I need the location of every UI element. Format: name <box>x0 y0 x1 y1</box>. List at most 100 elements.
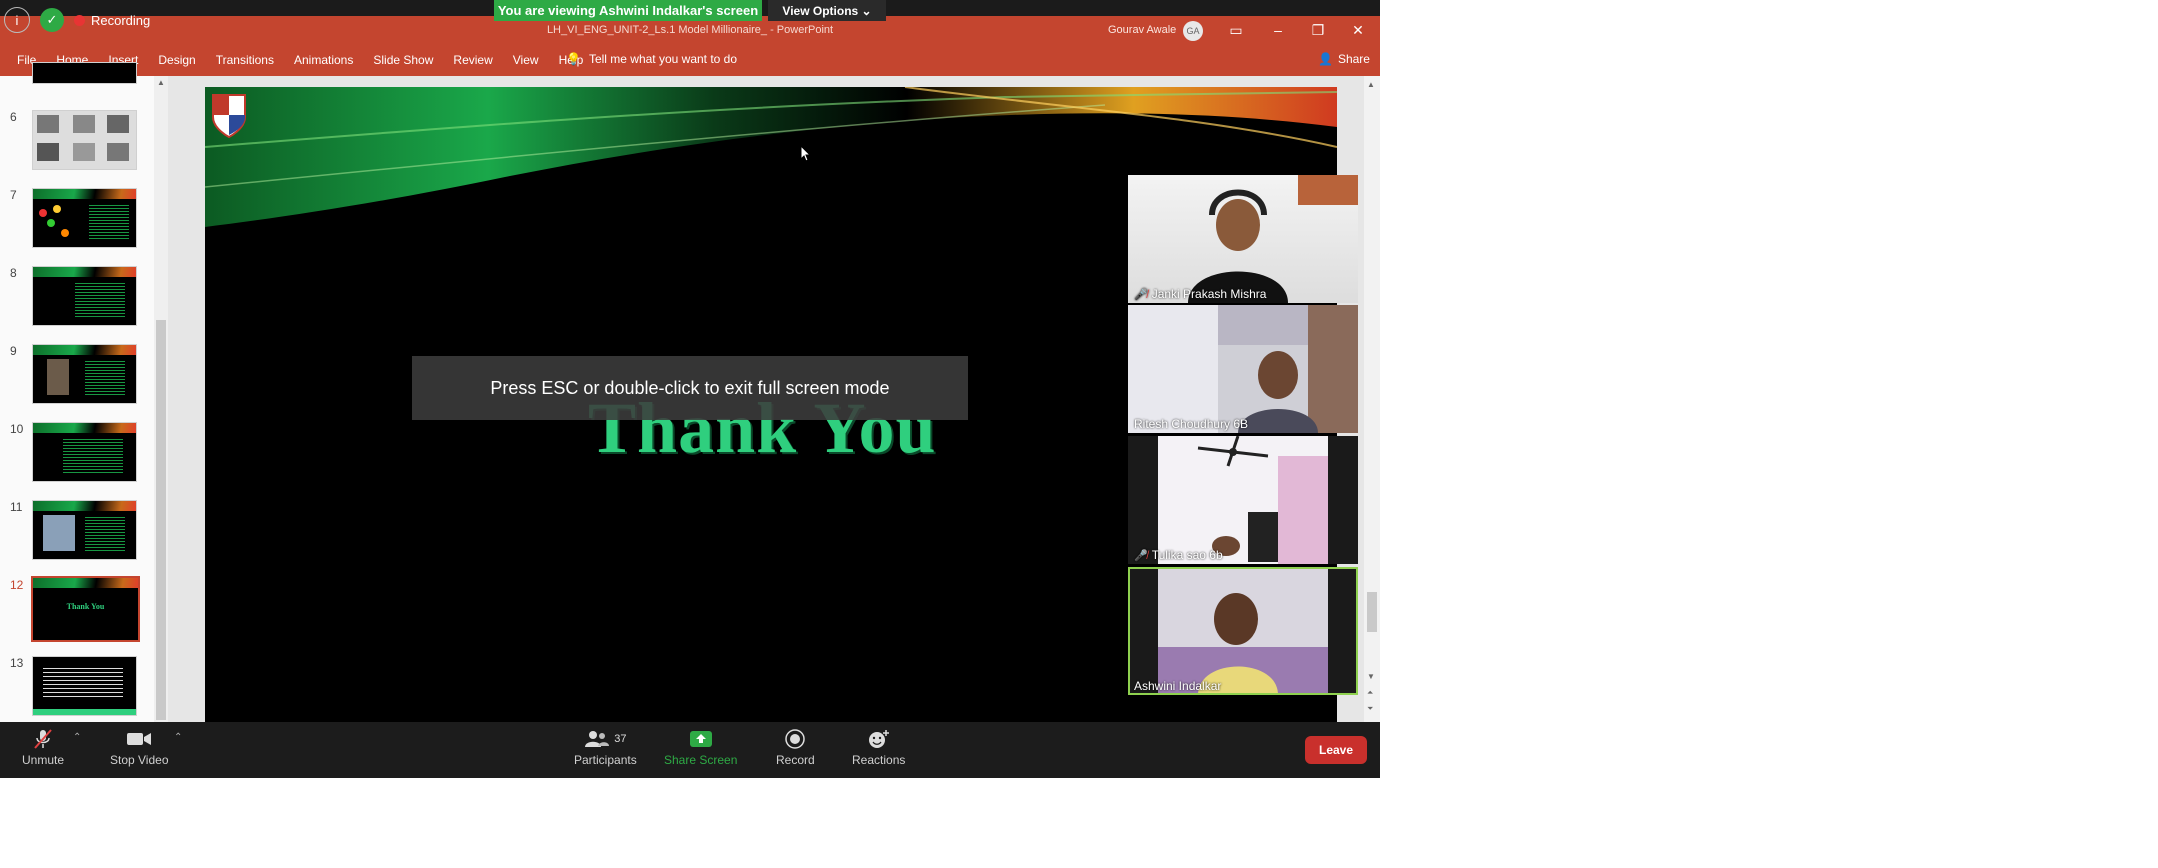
slide-thumbnail-image <box>32 110 137 170</box>
record-label: Record <box>776 753 815 767</box>
record-button[interactable]: Record <box>776 728 815 767</box>
tab-design[interactable]: Design <box>158 53 195 67</box>
participants-icon: 37 <box>584 728 626 750</box>
avatar[interactable]: GA <box>1183 21 1203 41</box>
slide-thumbnail-13[interactable]: 13 <box>8 656 158 722</box>
smiley-plus-icon <box>868 728 890 750</box>
mic-muted-icon <box>32 728 54 750</box>
slide-thumbnail-9[interactable]: 9 <box>8 344 158 410</box>
meeting-controls-bar: Unmute ⌃ Stop Video ⌃ 37 Participants Sh… <box>0 722 1380 778</box>
record-icon <box>785 728 806 750</box>
slide-thumbnails-pane: 6 7 8 9 10 11 12 Thank You 13 <box>0 62 160 722</box>
participant-name-label: Ritesh Choudhury 6B <box>1134 417 1249 431</box>
slide-thumbnail-12[interactable]: 12 Thank You <box>8 576 158 644</box>
view-options-label: View Options <box>782 3 859 18</box>
scrollbar-thumb[interactable] <box>1367 592 1377 632</box>
school-logo-icon <box>212 94 246 139</box>
chevron-down-icon: ⌄ <box>858 3 872 18</box>
slide-number: 6 <box>10 110 17 124</box>
stop-video-button[interactable]: Stop Video <box>110 728 169 767</box>
tab-slide-show[interactable]: Slide Show <box>373 53 433 67</box>
ribbon-tab-bar: File Home Insert Design Transitions Anim… <box>0 42 1380 76</box>
slide-number: 8 <box>10 266 17 280</box>
participant-video-tile[interactable]: Ritesh Choudhury 6B <box>1128 305 1358 433</box>
audio-options-chevron-icon[interactable]: ⌃ <box>73 732 81 743</box>
previous-slide-icon[interactable]: ⏶ <box>1367 688 1373 698</box>
video-camera-icon <box>126 728 152 750</box>
viewing-screen-banner: You are viewing Ashwini Indalkar's scree… <box>494 0 762 21</box>
leave-button[interactable]: Leave <box>1305 736 1367 764</box>
scrollbar-thumb[interactable] <box>156 320 166 720</box>
recording-indicator[interactable]: Recording <box>74 13 150 28</box>
slide-thumbnail-image <box>32 500 137 560</box>
participant-name: 🎤̸ Tulika sao 6b <box>1134 548 1223 562</box>
slide-thumbnail-8[interactable]: 8 <box>8 266 158 332</box>
user-name[interactable]: Gourav Awale <box>1108 24 1176 36</box>
document-title: LH_VI_ENG_UNIT-2_Ls.1 Model Millionaire_… <box>546 24 834 36</box>
participant-name: 🎤̸ Janki Prakash Mishra <box>1134 287 1266 301</box>
lightbulb-icon: 💡 <box>566 52 581 66</box>
info-icon[interactable]: i <box>4 7 30 33</box>
slide-number: 11 <box>10 500 23 514</box>
scroll-up-icon[interactable]: ▲ <box>157 78 165 87</box>
share-label: Share <box>1337 52 1370 66</box>
tab-animations[interactable]: Animations <box>294 53 353 67</box>
thumbnails-scrollbar[interactable]: ▲ <box>154 76 168 722</box>
powerpoint-title-bar: i ✓ Recording You are viewing Ashwini In… <box>0 0 1380 42</box>
reactions-label: Reactions <box>852 753 906 767</box>
tab-transitions[interactable]: Transitions <box>216 53 274 67</box>
next-slide-icon[interactable]: ⏷ <box>1367 704 1373 714</box>
tell-me-search[interactable]: 💡 Tell me what you want to do <box>566 52 737 66</box>
ribbon-display-options-icon[interactable]: ▭ <box>1224 20 1248 40</box>
slide-thumbnail-7[interactable]: 7 <box>8 188 158 254</box>
slide-number: 12 <box>10 578 24 592</box>
slide-thumbnail-10[interactable]: 10 <box>8 422 158 488</box>
share-screen-label: Share Screen <box>664 753 738 767</box>
person-share-icon: 👤 <box>1318 52 1333 66</box>
slide-thumbnail-image: Thank You <box>31 576 140 642</box>
participant-name-label: Tulika sao 6b <box>1151 548 1223 562</box>
participant-name: Ashwini Indalkar <box>1134 679 1221 693</box>
participant-video-feed <box>1128 305 1358 433</box>
tell-me-label: Tell me what you want to do <box>588 52 738 66</box>
share-screen-icon <box>689 728 713 750</box>
slide-number: 10 <box>10 422 24 436</box>
participant-video-tile[interactable]: 🎤̸ Tulika sao 6b <box>1128 436 1358 564</box>
participant-video-tile[interactable]: 🎤̸ Janki Prakash Mishra <box>1128 175 1358 303</box>
scroll-up-icon[interactable]: ▲ <box>1367 80 1375 89</box>
participants-button[interactable]: 37 Participants <box>574 728 637 767</box>
slide-number: 13 <box>10 656 24 670</box>
participants-label: Participants <box>574 753 637 767</box>
meeting-status-icons: i ✓ Recording <box>4 5 150 35</box>
slide-thumbnail-image <box>32 188 137 248</box>
mouse-cursor-icon <box>801 146 811 162</box>
video-options-chevron-icon[interactable]: ⌃ <box>174 732 182 743</box>
minimize-icon[interactable]: – <box>1266 20 1290 40</box>
share-button[interactable]: 👤 Share <box>1318 52 1370 66</box>
tab-view[interactable]: View <box>513 53 539 67</box>
slide-scrollbar[interactable]: ▲ ▼ ⏶ ⏷ <box>1364 76 1380 722</box>
slide-number: 9 <box>10 344 17 358</box>
participant-name-label: Ashwini Indalkar <box>1134 679 1222 693</box>
slide-thumbnail-11[interactable]: 11 <box>8 500 158 566</box>
active-speaker-video-tile[interactable]: Ashwini Indalkar <box>1128 567 1358 695</box>
zoom-window: i ✓ Recording You are viewing Ashwini In… <box>0 0 1380 778</box>
slide-thumbnail-image <box>32 62 137 84</box>
mic-muted-icon: 🎤̸ <box>1134 549 1148 562</box>
recording-dot-icon <box>74 14 85 26</box>
slide-thumbnail-image <box>32 422 137 482</box>
tab-review[interactable]: Review <box>453 53 492 67</box>
reactions-button[interactable]: Reactions <box>852 728 905 767</box>
slide-thumbnail-text: Thank You <box>66 602 105 611</box>
view-options-button[interactable]: View Options ⌄ <box>768 0 886 21</box>
mic-muted-icon: 🎤̸ <box>1134 288 1148 301</box>
slide-thumbnail-image <box>32 656 137 716</box>
slide-number: 7 <box>10 188 17 202</box>
encryption-shield-icon[interactable]: ✓ <box>40 8 64 32</box>
restore-icon[interactable]: ❐ <box>1306 20 1330 40</box>
share-screen-button[interactable]: Share Screen <box>664 728 737 767</box>
unmute-button[interactable]: Unmute <box>22 728 64 767</box>
scroll-down-icon[interactable]: ▼ <box>1367 672 1375 681</box>
slide-thumbnail-6[interactable]: 6 <box>8 110 158 176</box>
close-icon[interactable]: ✕ <box>1346 20 1370 40</box>
